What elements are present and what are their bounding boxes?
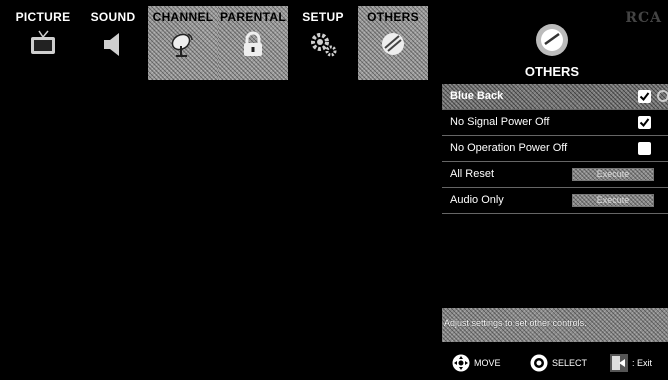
setting-row-no-operation-power-off[interactable]: No Operation Power Off (442, 136, 668, 162)
select-label: SELECT (552, 358, 588, 368)
brand-logo: RCA (625, 10, 662, 26)
all-reset-execute-button[interactable]: Execute (572, 168, 654, 181)
setting-row-blue-back[interactable]: Blue Back (442, 84, 668, 110)
tv-icon (31, 30, 55, 54)
tab-others[interactable]: OTHERS (358, 6, 428, 80)
gears-icon (311, 33, 337, 57)
setting-label: No Signal Power Off (450, 116, 550, 128)
no-signal-power-off-checkbox[interactable] (638, 116, 651, 129)
exit-icon (610, 354, 628, 372)
exit-hint: : Exit (610, 354, 652, 372)
tab-label: PARENTAL (220, 10, 286, 24)
checkmark-icon (639, 92, 650, 102)
setting-label: All Reset (450, 168, 495, 180)
others-disc-icon (536, 24, 568, 56)
padlock-icon (244, 31, 262, 56)
section-title: OTHERS (524, 64, 580, 79)
tab-channel[interactable]: CHANNEL (148, 6, 218, 80)
move-hint: MOVE (452, 354, 501, 372)
move-label: MOVE (474, 358, 501, 368)
tab-picture[interactable]: PICTURE (8, 6, 78, 80)
footer-hints: MOVE SELECT : Exit (442, 350, 668, 376)
blue-back-checkbox[interactable] (638, 90, 651, 103)
setting-row-audio-only[interactable]: Audio Only Execute (442, 188, 668, 214)
setting-row-no-signal-power-off[interactable]: No Signal Power Off (442, 110, 668, 136)
tab-sound[interactable]: SOUND (78, 6, 148, 80)
tab-label: PICTURE (15, 10, 71, 24)
speaker-icon (104, 33, 119, 56)
tab-label: OTHERS (367, 10, 419, 24)
tab-parental[interactable]: PARENTAL (218, 6, 288, 80)
setting-label: Audio Only (450, 194, 504, 206)
setting-label: No Operation Power Off (450, 142, 568, 154)
setting-label: Blue Back (450, 90, 504, 102)
select-hint: SELECT (530, 354, 587, 372)
others-disc-icon (382, 33, 404, 55)
tab-label: SOUND (90, 10, 136, 24)
tab-setup[interactable]: SETUP (288, 6, 358, 80)
tab-label: SETUP (302, 10, 344, 24)
help-text: Adjust settings to set other controls. (444, 318, 587, 328)
top-menu-bar: PICTURE SOUND CHANNEL PARENTAL SETUP OTH… (0, 0, 668, 84)
setting-row-all-reset[interactable]: All Reset Execute (442, 162, 668, 188)
menu-tabs: PICTURE SOUND CHANNEL PARENTAL SETUP OTH… (8, 6, 428, 80)
no-operation-power-off-checkbox[interactable] (638, 142, 651, 155)
satellite-dish-icon (171, 33, 193, 57)
radio-indicator (657, 90, 668, 102)
audio-only-execute-button[interactable]: Execute (572, 194, 654, 207)
tab-label: CHANNEL (152, 10, 214, 24)
checkmark-icon (639, 118, 650, 128)
exit-label: : Exit (632, 358, 653, 368)
ok-button-icon (530, 354, 548, 372)
help-bar: Adjust settings to set other controls. (442, 308, 668, 342)
dpad-icon (452, 354, 470, 372)
